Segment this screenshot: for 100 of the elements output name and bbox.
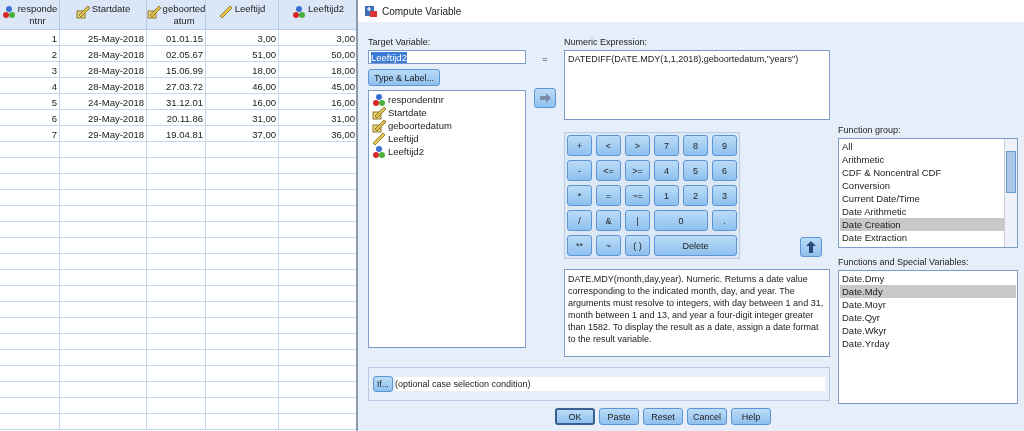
keypad-key[interactable]: 1 [654,185,679,206]
empty-cell [147,206,206,222]
function-item[interactable]: Date.Mdy [840,285,1016,298]
circles-icon [372,144,386,159]
table-cell: 19.04.81 [147,126,206,142]
table-cell: 6 [0,110,60,126]
function-group-item[interactable]: Date Creation [840,218,1004,231]
function-group-item[interactable]: Arithmetic [840,153,1004,166]
keypad-key[interactable]: 0 [654,210,708,231]
functions-label: Functions and Special Variables: [838,256,970,268]
function-item[interactable]: Date.Moyr [840,298,1016,311]
empty-cell [147,158,206,174]
variable-item[interactable]: Leeftijd [372,132,522,145]
variable-item[interactable]: Startdate [372,106,522,119]
column-header[interactable]: geboorted atum [147,0,206,30]
keypad-key[interactable]: 3 [712,185,737,206]
function-description: DATE.MDY(month,day,year). Numeric. Returns a date value corresponding to the indicated month, day, and year. The arguments must resolve to integers, with day between 1 and 31, month between 1 and 13, and year a four-digit integer greater than 1582. To display the result as a date, assign a date format to the result variable. [564,269,830,357]
keypad-key[interactable]: 6 [712,160,737,181]
table-cell: 25-May-2018 [60,30,147,46]
table-cell: 28-May-2018 [60,78,147,94]
empty-cell [147,350,206,366]
table-cell: 7 [0,126,60,142]
empty-cell [0,142,60,158]
function-item[interactable]: Date.Wkyr [840,324,1016,337]
if-button[interactable]: If... [373,376,393,392]
function-group-item[interactable]: Current Date/Time [840,192,1004,205]
dialog-button[interactable]: OK [555,408,595,425]
move-arrow-button[interactable] [534,88,556,108]
table-cell: 16,00 [206,94,279,110]
column-header[interactable]: Startdate [60,0,147,30]
keypad-key[interactable]: 8 [683,135,708,156]
dialog-button[interactable]: Paste [599,408,639,425]
variable-item[interactable]: Leeftijd2 [372,145,522,158]
keypad-key[interactable]: ~= [625,185,650,206]
keypad-key[interactable]: ( ) [625,235,650,256]
empty-cell [0,158,60,174]
target-variable-field[interactable]: Leeftijd2 [368,50,526,64]
empty-cell [0,174,60,190]
up-arrow-button[interactable] [800,237,822,257]
keypad-key[interactable]: > [625,135,650,156]
table-cell: 31,00 [206,110,279,126]
numeric-expression-field[interactable]: DATEDIFF(DATE.MDY(1,1,2018),geboortedatum,"years") [564,50,830,120]
function-item[interactable]: Date.Yrday [840,337,1016,350]
keypad-key[interactable]: . [712,210,737,231]
table-cell: 3 [0,62,60,78]
empty-cell [147,222,206,238]
circles-icon [1,5,16,19]
window-title: Compute Variable [382,5,462,17]
function-group-item[interactable]: CDF & Noncentral CDF [840,166,1004,179]
keypad-key[interactable]: Delete [654,235,737,256]
empty-cell [147,414,206,430]
keypad-key[interactable]: - [567,160,592,181]
column-header[interactable]: Leeftijd [206,0,279,30]
dialog-button[interactable]: Cancel [687,408,727,425]
keypad-key[interactable]: + [567,135,592,156]
keypad-key[interactable]: < [596,135,621,156]
scrollbar[interactable] [1004,139,1017,247]
function-group-item[interactable]: Conversion [840,179,1004,192]
empty-cell [0,382,60,398]
table-cell: 15.06.99 [147,62,206,78]
dialog-button[interactable]: Help [731,408,771,425]
column-header[interactable]: responde ntnr [0,0,60,30]
empty-cell [147,238,206,254]
type-label-button[interactable]: Type & Label... [368,69,441,86]
keypad-key[interactable]: | [625,210,650,231]
keypad-key[interactable]: / [567,210,592,231]
function-item[interactable]: Date.Dmy [840,272,1016,285]
table-cell: 37,00 [206,126,279,142]
empty-cell [147,174,206,190]
variable-item[interactable]: respondentnr [372,93,522,106]
keypad-key[interactable]: 2 [683,185,708,206]
variable-item[interactable]: geboortedatum [372,119,522,132]
function-group-item[interactable]: Date Extraction [840,231,1004,244]
table-cell: 29-May-2018 [60,110,147,126]
empty-cell [0,302,60,318]
keypad-key[interactable]: ~ [596,235,621,256]
keypad-key[interactable]: 4 [654,160,679,181]
keypad-key[interactable]: 9 [712,135,737,156]
up-arrow-icon [806,241,816,253]
function-group-item[interactable]: All [840,140,1004,153]
keypad-key[interactable]: <= [596,160,621,181]
keypad-key[interactable]: = [596,185,621,206]
table-cell: 29-May-2018 [60,126,147,142]
equals-sign: = [542,54,548,64]
empty-cell [0,222,60,238]
empty-cell [0,398,60,414]
function-item[interactable]: Date.Qyr [840,311,1016,324]
empty-cell [0,318,60,334]
column-header[interactable]: Leeftijd2 [279,0,356,30]
dialog-button[interactable]: Reset [643,408,683,425]
keypad-key[interactable]: & [596,210,621,231]
keypad-key[interactable]: 5 [683,160,708,181]
keypad-key[interactable]: * [567,185,592,206]
table-cell: 28-May-2018 [60,62,147,78]
keypad-key[interactable]: >= [625,160,650,181]
function-group-item[interactable]: Date Arithmetic [840,205,1004,218]
keypad-key[interactable]: ** [567,235,592,256]
keypad-key[interactable]: 7 [654,135,679,156]
empty-cell [0,414,60,430]
empty-cell [0,206,60,222]
